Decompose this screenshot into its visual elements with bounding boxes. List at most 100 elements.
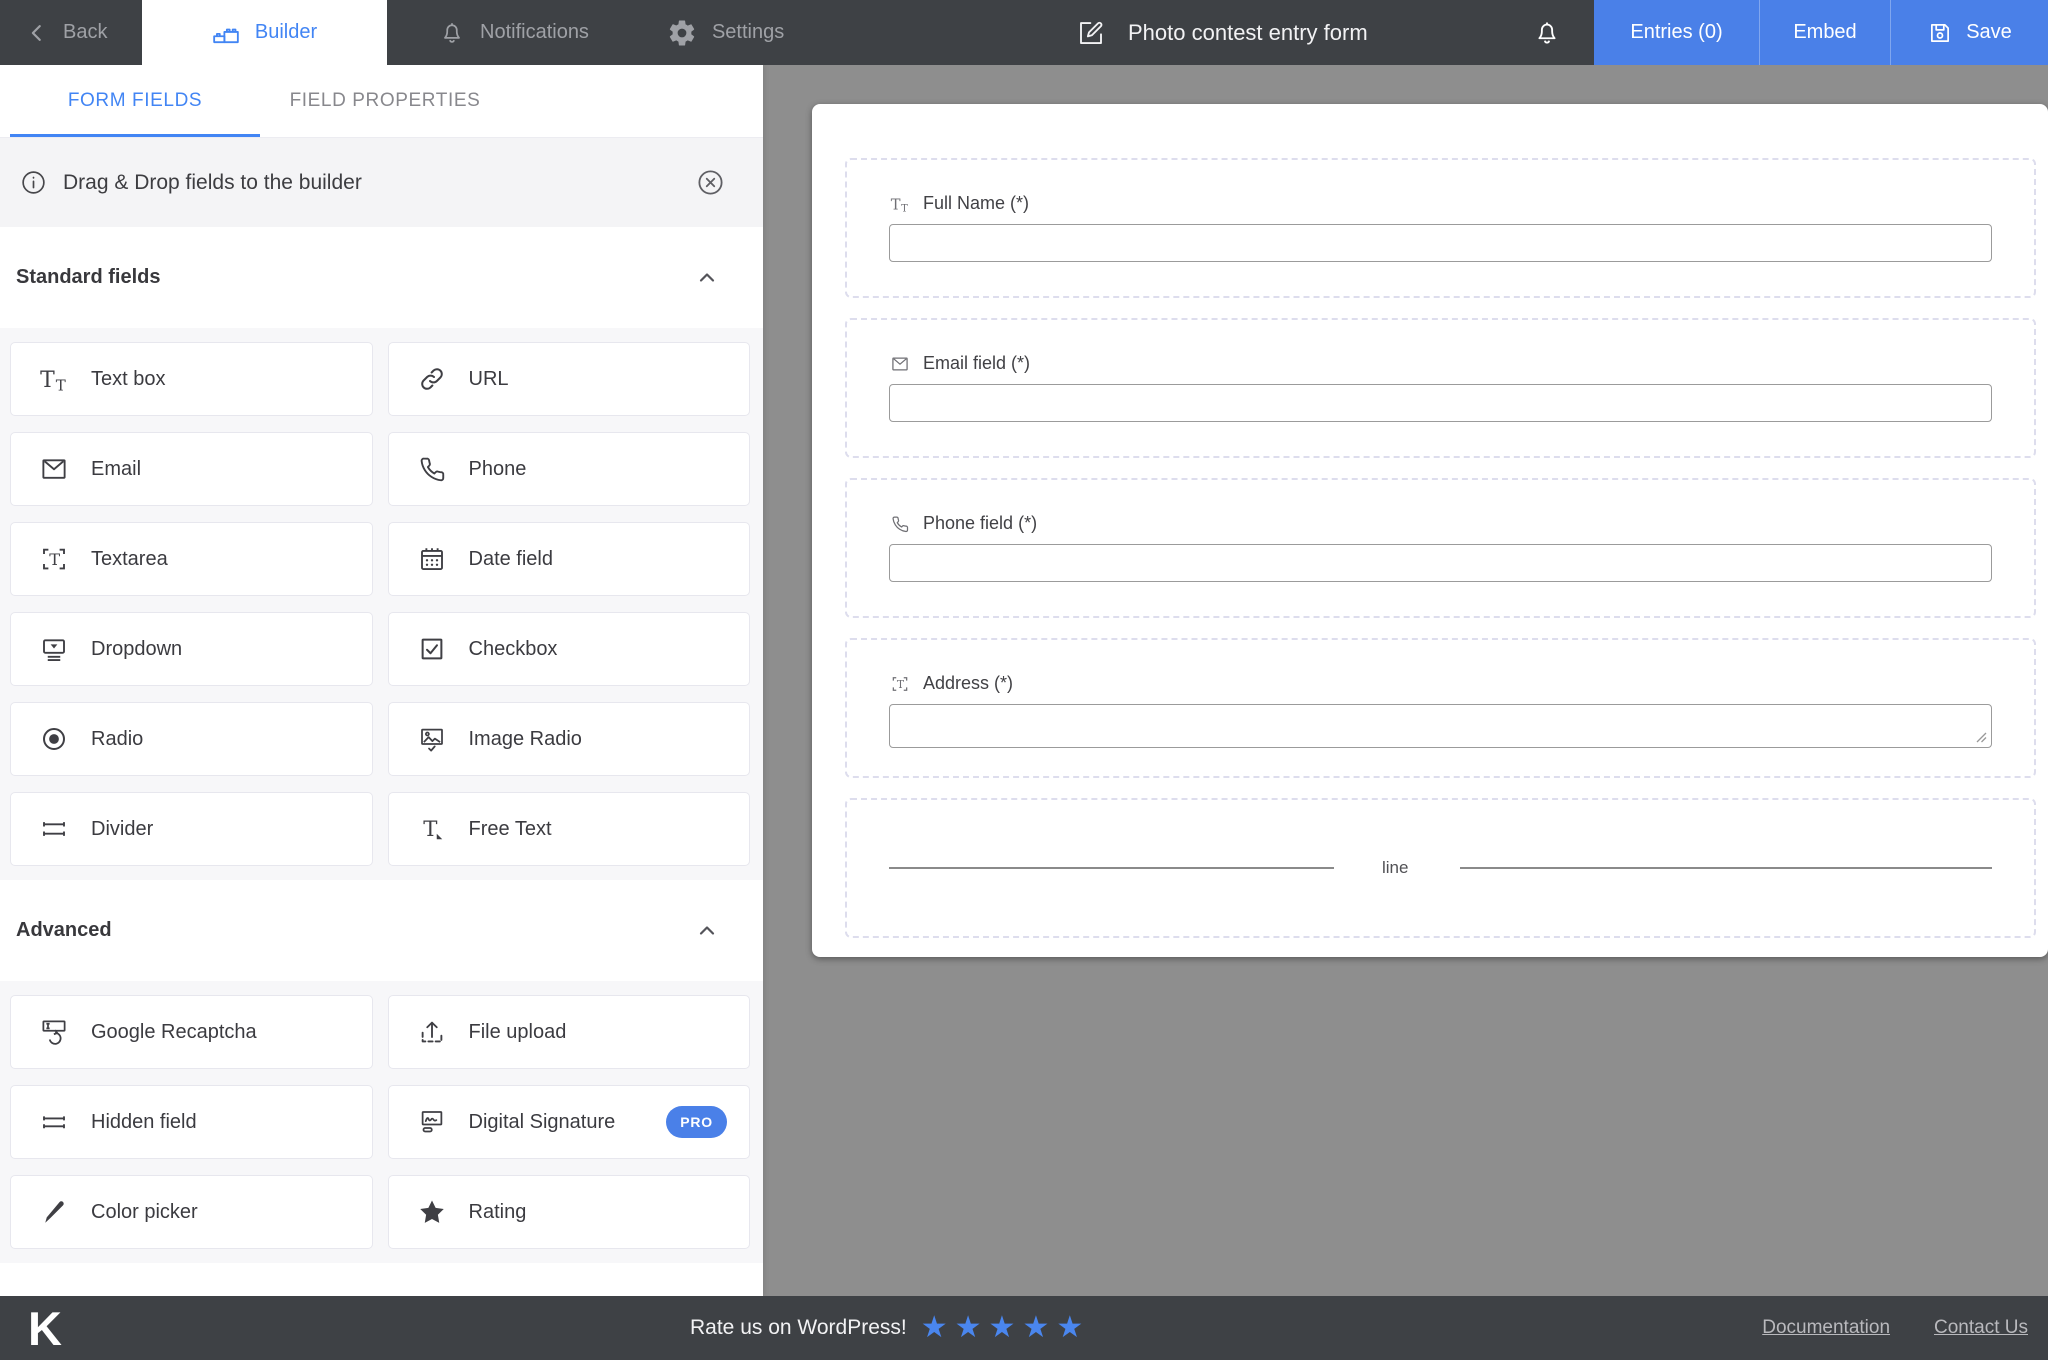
divider-line-left — [889, 867, 1334, 869]
kali-forms-logo: K — [28, 1305, 60, 1352]
embed-button[interactable]: Embed — [1759, 0, 1890, 65]
tab-field-properties[interactable]: FIELD PROPERTIES — [260, 65, 510, 137]
input-address[interactable] — [889, 704, 1992, 748]
star-icon[interactable]: ★ — [955, 1313, 982, 1343]
upload-icon — [417, 1017, 447, 1047]
freetext-icon: T — [417, 814, 447, 844]
field-card-textarea[interactable]: T Textarea — [10, 522, 373, 596]
rate-us-text: Rate us on WordPress! — [690, 1316, 907, 1340]
sidebar-tabs: FORM FIELDS FIELD PROPERTIES — [0, 65, 763, 138]
star-icon[interactable]: ★ — [1022, 1313, 1049, 1343]
field-card-label: Free Text — [469, 818, 552, 841]
svg-text:T: T — [40, 368, 55, 393]
footer-bar: K Rate us on WordPress! ★★★★★ Documentat… — [0, 1296, 2048, 1360]
tab-form-fields[interactable]: FORM FIELDS — [10, 65, 260, 137]
star-icon[interactable]: ★ — [989, 1313, 1016, 1343]
input-phone-field[interactable] — [889, 544, 1992, 582]
svg-text:T: T — [56, 377, 66, 394]
textbox-icon: TT — [39, 364, 69, 394]
field-card-free-text[interactable]: T Free Text — [388, 792, 751, 866]
cards-standard-fields: TT Text box URL Email Phone T Textarea D… — [0, 328, 763, 880]
top-bar: Back Builder Notifications Settings Phot… — [0, 0, 2048, 65]
tab-form-fields-label: FORM FIELDS — [68, 90, 202, 112]
field-card-label: File upload — [469, 1021, 567, 1044]
field-card-url[interactable]: URL — [388, 342, 751, 416]
contact-us-link[interactable]: Contact Us — [1934, 1317, 2028, 1339]
section-title: Advanced — [16, 919, 112, 942]
form-block-address[interactable]: T Address (*) — [845, 638, 2036, 778]
bell-icon — [1533, 19, 1561, 47]
form-block-email-field[interactable]: Email field (*) — [845, 318, 2036, 458]
field-card-divider[interactable]: Divider — [10, 792, 373, 866]
rate-us-link[interactable]: Rate us on WordPress! ★★★★★ — [690, 1313, 1083, 1343]
field-card-image-radio[interactable]: Image Radio — [388, 702, 751, 776]
field-card-label: Date field — [469, 548, 554, 571]
rating-stars: ★★★★★ — [921, 1313, 1084, 1343]
documentation-link[interactable]: Documentation — [1762, 1317, 1890, 1339]
field-card-label: Divider — [91, 818, 153, 841]
app-root: Back Builder Notifications Settings Phot… — [0, 0, 2048, 1360]
section-header-standard-fields: Standard fields — [0, 227, 763, 328]
field-card-hidden-field[interactable]: Hidden field — [10, 1085, 373, 1159]
dropdown-icon — [39, 634, 69, 664]
tab-builder[interactable]: Builder — [142, 0, 387, 65]
form-block-phone-field[interactable]: Phone field (*) — [845, 478, 2036, 618]
divider-line-right — [1460, 867, 1992, 869]
field-card-text-box[interactable]: TT Text box — [10, 342, 373, 416]
field-sections: Standard fields TT Text box URL Email Ph… — [0, 227, 763, 1263]
field-card-label: Hidden field — [91, 1111, 197, 1134]
builder-icon — [212, 19, 240, 47]
svg-text:T: T — [49, 550, 60, 569]
field-card-email[interactable]: Email — [10, 432, 373, 506]
entries-label: Entries (0) — [1630, 21, 1722, 44]
form-block-divider[interactable]: line — [845, 798, 2036, 938]
field-card-label: Google Recaptcha — [91, 1021, 257, 1044]
textbox-icon: TT — [890, 194, 910, 214]
field-card-color-picker[interactable]: Color picker — [10, 1175, 373, 1249]
phone-icon — [890, 514, 910, 534]
email-icon — [890, 354, 910, 374]
star-icon[interactable]: ★ — [1056, 1313, 1083, 1343]
field-card-checkbox[interactable]: Checkbox — [388, 612, 751, 686]
tab-field-properties-label: FIELD PROPERTIES — [290, 90, 481, 112]
save-label: Save — [1966, 21, 2012, 44]
form-field-label: Address (*) — [923, 673, 1013, 694]
svg-text:T: T — [897, 677, 905, 690]
field-card-file-upload[interactable]: File upload — [388, 995, 751, 1069]
input-email-field[interactable] — [889, 384, 1992, 422]
recaptcha-icon — [39, 1017, 69, 1047]
close-icon[interactable] — [696, 168, 725, 197]
tab-notifications[interactable]: Notifications — [439, 0, 589, 65]
textarea-icon: T — [890, 674, 910, 694]
tab-notifications-label: Notifications — [480, 21, 589, 44]
back-button[interactable]: Back — [0, 0, 142, 65]
field-card-radio[interactable]: Radio — [10, 702, 373, 776]
field-card-rating[interactable]: Rating — [388, 1175, 751, 1249]
rating-icon — [417, 1197, 447, 1227]
field-card-label: Radio — [91, 728, 143, 751]
tab-settings[interactable]: Settings — [667, 0, 784, 65]
form-field-label: Phone field (*) — [923, 513, 1037, 534]
save-button[interactable]: Save — [1890, 0, 2048, 65]
field-card-label: Rating — [469, 1201, 527, 1224]
field-card-google-recaptcha[interactable]: Google Recaptcha — [10, 995, 373, 1069]
email-icon — [39, 454, 69, 484]
drag-drop-hint-text: Drag & Drop fields to the builder — [63, 171, 362, 195]
edit-icon[interactable] — [1076, 18, 1106, 48]
tab-settings-label: Settings — [712, 21, 784, 44]
entries-button[interactable]: Entries (0) — [1594, 0, 1759, 65]
builder-canvas-area: TT Full Name (*) Email field (*) Phone f… — [763, 65, 2048, 1296]
notifications-bell-button[interactable] — [1500, 0, 1594, 65]
field-card-label: Text box — [91, 368, 165, 391]
form-block-full-name[interactable]: TT Full Name (*) — [845, 158, 2036, 298]
input-full-name[interactable] — [889, 224, 1992, 262]
chevron-up-icon[interactable] — [695, 919, 719, 943]
field-card-dropdown[interactable]: Dropdown — [10, 612, 373, 686]
chevron-up-icon[interactable] — [695, 266, 719, 290]
field-card-phone[interactable]: Phone — [388, 432, 751, 506]
cards-advanced: Google Recaptcha File upload Hidden fiel… — [0, 981, 763, 1263]
form-field-label: Full Name (*) — [923, 193, 1029, 214]
field-card-date-field[interactable]: Date field — [388, 522, 751, 596]
field-card-digital-signature[interactable]: Digital Signature PRO — [388, 1085, 751, 1159]
star-icon[interactable]: ★ — [921, 1313, 948, 1343]
